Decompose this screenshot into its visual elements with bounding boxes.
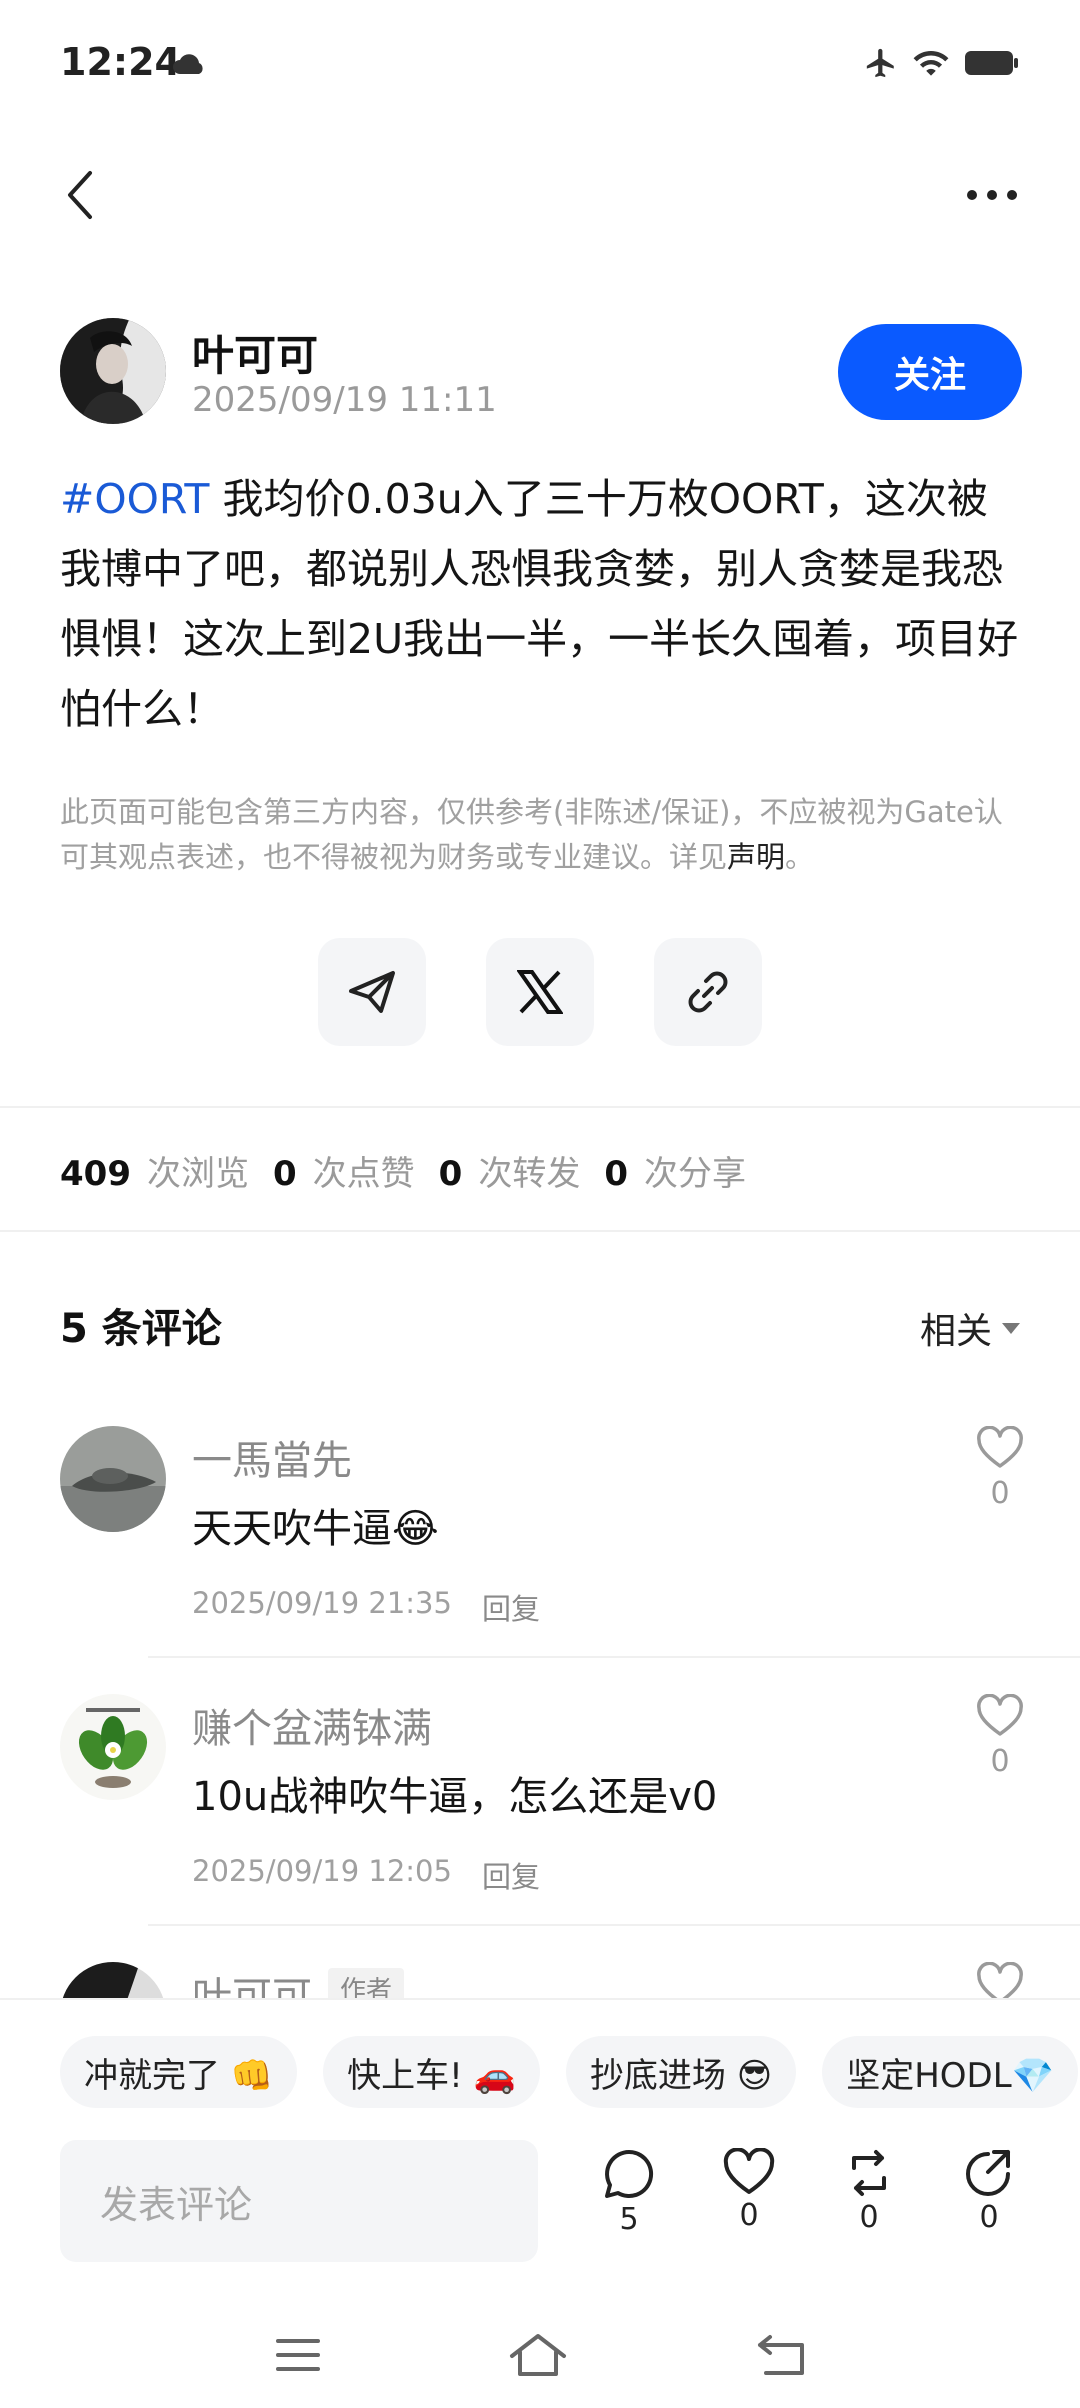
status-bar: 12:24 [0, 0, 1080, 130]
post-author: 叶可可 2025/09/19 11:11 关注 [60, 318, 1022, 428]
reply-button[interactable]: 回复 [482, 1854, 540, 1896]
reply-button[interactable]: 回复 [482, 1586, 540, 1628]
comment-item: 赚个盆满钵满 10u战神吹牛逼，怎么还是v0 2025/09/19 12:05 … [60, 1694, 1080, 1914]
comments-header: 5 条评论 相关 [60, 1296, 1020, 1356]
repost-action-button[interactable]: 0 [829, 2148, 909, 2235]
comment-item: 一馬當先 天天吹牛逼😂 2025/09/19 21:35 回复 0 [60, 1426, 1080, 1646]
hashtag-link[interactable]: #OORT [60, 475, 209, 523]
commenter-name[interactable]: 赚个盆满钵满 [192, 1696, 432, 1754]
share-label: 次分享 [644, 1154, 746, 1194]
comment-action-row: 发表评论 5 0 0 0 [60, 2140, 1020, 2262]
heart-icon [977, 1694, 1023, 1736]
share-icon [966, 2150, 1010, 2196]
author-name[interactable]: 叶可可 [192, 322, 318, 383]
comment-like-button[interactable]: 0 [960, 1694, 1040, 1779]
commenter-avatar[interactable] [60, 1426, 166, 1532]
repost-count: 0 [859, 2200, 879, 2235]
comment-time: 2025/09/19 21:35 [192, 1586, 452, 1620]
menu-icon [276, 2339, 320, 2371]
heart-icon [723, 2148, 775, 2194]
divider [148, 1924, 1080, 1926]
divider [0, 1230, 1080, 1232]
disclaimer-text: 此页面可能包含第三方内容，仅供参考(非陈述/保证)，不应被视为Gate认可其观点… [60, 795, 1003, 874]
view-count: 409 [60, 1154, 131, 1194]
send-icon [349, 971, 395, 1013]
system-nav-bar [0, 2300, 1080, 2408]
sort-dropdown[interactable]: 相关 [920, 1302, 1020, 1354]
comment-like-count: 0 [990, 1744, 1010, 1779]
battery-icon [965, 51, 1018, 75]
follow-button[interactable]: 关注 [838, 324, 1022, 420]
commenter-avatar[interactable] [60, 1694, 166, 1800]
share-count: 0 [979, 2200, 999, 2235]
back-button[interactable] [50, 160, 110, 230]
system-back-button[interactable] [752, 2330, 812, 2380]
divider [0, 1106, 1080, 1108]
like-label: 次点赞 [312, 1154, 415, 1194]
top-nav [0, 140, 1080, 250]
chevron-left-icon [68, 171, 92, 219]
link-icon [688, 971, 728, 1013]
comment-like-button[interactable]: 0 [960, 1426, 1040, 1511]
dot-icon [987, 190, 997, 200]
comment-bubble-icon [605, 2149, 654, 2198]
quick-reply-chip[interactable]: 抄底进场 😎 [565, 2036, 797, 2108]
copy-link-button[interactable] [654, 938, 762, 1046]
author-avatar[interactable] [60, 318, 166, 424]
comments-action-button[interactable]: 5 [589, 2148, 669, 2237]
comment-time: 2025/09/19 12:05 [192, 1854, 452, 1888]
wifi-icon [913, 50, 949, 76]
share-row [318, 938, 762, 1046]
disclaimer-link[interactable]: 声明 [727, 840, 785, 874]
disclaimer: 此页面可能包含第三方内容，仅供参考(非陈述/保证)，不应被视为Gate认可其观点… [60, 790, 1020, 880]
cloud-icon [172, 50, 206, 80]
quick-reply-chip[interactable]: 冲就完了 👊 [60, 2036, 298, 2108]
x-logo-icon [517, 970, 563, 1014]
post-stats: 409 次浏览 0 次点赞 0 次转发 0 次分享 [60, 1146, 770, 1195]
comment-input[interactable]: 发表评论 [60, 2140, 538, 2262]
quick-reply-chip[interactable]: 坚定HODL💎 [822, 2036, 1078, 2108]
view-label: 次浏览 [146, 1154, 249, 1194]
comment-text: 10u战神吹牛逼，怎么还是v0 [192, 1774, 718, 1820]
back-arrow-icon [758, 2335, 804, 2375]
divider [148, 1656, 1080, 1658]
repost-label: 次转发 [478, 1154, 581, 1194]
post-timestamp: 2025/09/19 11:11 [192, 380, 497, 420]
sort-label: 相关 [919, 1311, 992, 1352]
caret-down-icon [1002, 1322, 1020, 1334]
comment-like-count: 0 [990, 1476, 1010, 1511]
comments-title: 5 条评论 [60, 1306, 222, 1352]
repost-icon [852, 2150, 886, 2196]
home-button[interactable] [508, 2330, 568, 2380]
status-icons [864, 46, 1020, 80]
disclaimer-end: 。 [785, 840, 815, 874]
airplane-icon [866, 48, 894, 78]
share-telegram-button[interactable] [318, 938, 426, 1046]
heart-icon [977, 1426, 1023, 1468]
dot-icon [967, 190, 977, 200]
repost-count: 0 [438, 1154, 463, 1194]
share-count: 0 [604, 1154, 628, 1194]
comment-count: 5 [619, 2202, 639, 2237]
like-count: 0 [272, 1154, 297, 1194]
post-content: #OORT 我均价0.03u入了三十万枚OORT，这次被我博中了吧，都说别人恐惧… [60, 464, 1020, 744]
status-time: 12:24 [60, 40, 181, 84]
quick-reply-chips: 冲就完了 👊 快上车! 🚗 抄底进场 😎 坚定HODL💎 [60, 2036, 1078, 2108]
menu-button[interactable] [268, 2330, 328, 2380]
commenter-name[interactable]: 一馬當先 [192, 1428, 352, 1486]
dot-icon [1007, 190, 1017, 200]
share-action-button[interactable]: 0 [949, 2148, 1029, 2235]
comment-text: 天天吹牛逼😂 [192, 1506, 439, 1552]
more-options-button[interactable] [952, 160, 1032, 230]
home-icon [510, 2334, 566, 2376]
like-count: 0 [739, 2198, 759, 2233]
like-action-button[interactable]: 0 [709, 2148, 789, 2233]
quick-reply-chip[interactable]: 快上车! 🚗 [323, 2036, 540, 2108]
share-x-button[interactable] [486, 938, 594, 1046]
